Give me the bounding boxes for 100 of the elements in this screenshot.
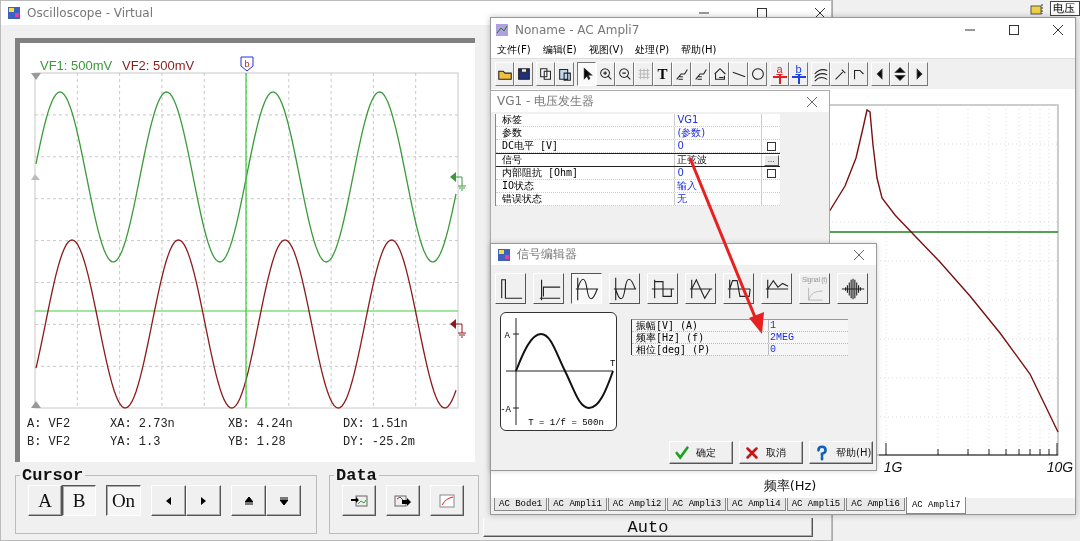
voltage-field[interactable]: 电压 (1050, 1, 1080, 16)
tool-button[interactable]: a (770, 62, 789, 86)
sheet-tab[interactable]: AC Ampli3 (667, 498, 727, 511)
import-button[interactable] (342, 485, 376, 516)
marker-icon (31, 174, 40, 180)
parameter-name: 相位[deg] (P) (635, 344, 712, 355)
cursor-readout: YA: 1.3 (110, 435, 162, 449)
floppy-icon (515, 66, 532, 82)
sheet-tab[interactable]: AC Ampli2 (607, 498, 667, 511)
amplitude-label: A (504, 331, 510, 341)
probe-icon (711, 66, 728, 82)
menu-item[interactable]: 文件(F) (497, 42, 531, 57)
paste-icon (556, 66, 573, 82)
menu-item[interactable]: 帮助(H) (681, 42, 717, 57)
down-arrow-icon (279, 496, 288, 505)
maximize-icon[interactable] (1009, 24, 1019, 35)
zoom-in-icon (597, 66, 614, 82)
up-down-arrow-icon (891, 66, 908, 82)
group-label: Cursor (21, 466, 85, 485)
property-name: IO状态 (501, 180, 536, 192)
property-name: 标签 (501, 114, 523, 126)
channel-label: VF2: 500mV (122, 58, 195, 73)
channel-marker-icon[interactable] (450, 319, 467, 338)
parameter-value[interactable]: 1 (768, 320, 776, 331)
auto-button[interactable]: Auto (483, 518, 813, 537)
sine-neg-wave-icon (611, 275, 638, 302)
tool-button[interactable]: T (653, 62, 672, 86)
triangle-wave-icon (687, 275, 714, 302)
curve-icon (439, 493, 455, 508)
cursor-select-button[interactable]: A (28, 485, 62, 516)
move-up-button[interactable] (231, 485, 266, 516)
cursor-marker[interactable]: b (240, 56, 254, 72)
parameter-value[interactable]: 0 (768, 344, 776, 355)
close-icon[interactable] (807, 96, 817, 107)
parameter-name: 频率[Hz] (f) (635, 332, 706, 343)
dialog-title: 信号编辑器 (517, 246, 577, 263)
menu-item[interactable]: 处理(P) (635, 42, 670, 57)
property-name: 信号 (501, 154, 523, 166)
property-name: 参数 (501, 127, 523, 139)
zoom-out-icon (616, 66, 633, 82)
sheet-tab[interactable]: AC Ampli6 (846, 498, 905, 511)
property-value[interactable]: 无 (674, 193, 762, 205)
cursor-readout: A: VF2 (27, 417, 72, 431)
move-down-button[interactable] (266, 485, 301, 516)
menu-item[interactable]: 编辑(E) (542, 42, 577, 57)
checkbox[interactable] (766, 141, 776, 151)
property-name: 错误状态 (501, 193, 543, 205)
left-arrow-icon (165, 496, 172, 505)
tool-button[interactable] (577, 62, 596, 86)
ok-button[interactable]: 确定 (669, 441, 733, 464)
close-icon[interactable] (854, 249, 864, 260)
move-left-button[interactable] (151, 485, 186, 516)
cursor-select-button[interactable]: B (62, 485, 96, 516)
curve-button[interactable] (430, 485, 464, 516)
export-icon (394, 493, 412, 508)
amplitude-label: -A (501, 405, 511, 415)
browse-button[interactable]: ... (763, 154, 779, 166)
group-label: Data (335, 466, 378, 485)
parameter-value[interactable]: 2MEG (768, 332, 794, 343)
menu-item[interactable]: 视图(V) (588, 42, 624, 57)
up-arrow-icon (244, 496, 253, 505)
close-icon[interactable] (815, 8, 825, 18)
right-arrow-icon (200, 496, 207, 505)
check-icon (674, 444, 690, 461)
sheet-tab[interactable]: AC Bode1 (494, 498, 548, 511)
window-title: Oscilloscope - Virtual (27, 6, 153, 20)
cursor-on-button[interactable]: On (106, 485, 141, 516)
sheet-tab[interactable]: AC Ampli4 (727, 498, 786, 511)
cursor-readout: YB: 1.28 (228, 435, 287, 449)
property-value[interactable]: (参数) (674, 127, 762, 139)
sheet-tab[interactable]: AC Ampli5 (786, 498, 846, 511)
cancel-button[interactable]: 取消 (739, 441, 803, 464)
move-right-button[interactable] (186, 485, 221, 516)
probe-icon[interactable] (1030, 1, 1046, 16)
close-icon[interactable] (1053, 24, 1063, 35)
axis-title: 频率(Hz) (763, 478, 817, 493)
waveform-button[interactable] (571, 273, 602, 304)
formula-text: T = 1/f = 500n (528, 418, 604, 428)
app-icon (497, 247, 511, 262)
sheet-tab[interactable]: AC Ampli1 (548, 498, 607, 511)
cursor-readout: XB: 4.24n (228, 417, 294, 431)
marker-icon (31, 73, 41, 80)
property-value[interactable]: 输入 (674, 180, 762, 192)
property-value[interactable]: 0 (674, 167, 762, 179)
help-button[interactable]: 帮助(H) (809, 441, 873, 464)
sheet-tab[interactable]: AC Ampli7 (905, 497, 967, 514)
cursor-readout: DX: 1.51n (343, 417, 408, 431)
cursor-readout: B: VF2 (27, 435, 72, 449)
property-value[interactable]: 0 (674, 140, 762, 152)
parameter-name: 振幅[V] (A) (635, 320, 700, 331)
channel-marker-icon[interactable] (450, 172, 467, 191)
property-name: DC电平 [V] (501, 140, 560, 152)
export-button[interactable] (386, 485, 420, 516)
checkbox[interactable] (766, 168, 776, 178)
marker-icon (31, 401, 41, 408)
period-label: T (610, 359, 616, 369)
axis-tick-label: 1G (883, 459, 903, 475)
copy-icon (537, 66, 554, 82)
property-value[interactable]: VG1 (674, 114, 762, 126)
tool-button[interactable]: b (789, 62, 808, 86)
